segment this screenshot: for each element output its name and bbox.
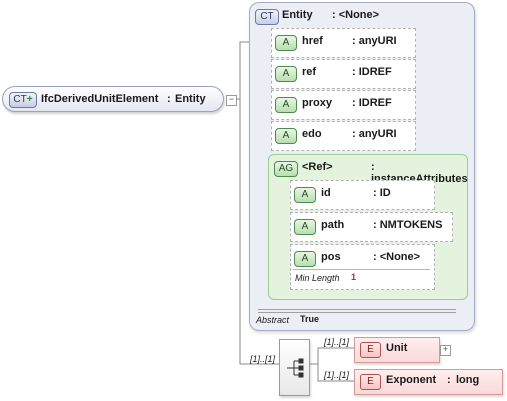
root-type-name: Entity <box>175 93 206 105</box>
divider <box>258 312 456 313</box>
attribute-type: : <None> <box>373 251 421 263</box>
sequence-icon <box>287 358 304 378</box>
attribute-group[interactable]: AG <Ref> : instanceAttributes A id : ID … <box>268 154 468 300</box>
attribute-name: edo <box>302 128 322 140</box>
element-unit[interactable]: E Unit <box>354 337 440 363</box>
facet-divider <box>293 269 430 270</box>
attribute-name: path <box>321 219 345 231</box>
attribute-type: : ID <box>373 187 391 199</box>
attribute-name: href <box>302 35 323 47</box>
divider <box>258 309 456 310</box>
attribute-icon: A <box>275 97 297 113</box>
element-cardinality: [1]..[1] <box>324 370 350 380</box>
abstract-label: Abstract <box>256 315 290 325</box>
attribute-icon: A <box>275 128 297 144</box>
element-icon: E <box>360 374 381 390</box>
attribute-type: : NMTOKENS <box>373 219 443 231</box>
complex-type-icon: CT <box>255 9 279 25</box>
attribute-edo[interactable]: A edo : anyURI <box>271 121 416 151</box>
attribute-type: : anyURI <box>352 35 397 47</box>
element-type: long <box>456 374 480 386</box>
attribute-group-icon: AG <box>274 161 298 177</box>
attribute-name: id <box>321 187 331 199</box>
attribute-name: pos <box>321 251 341 263</box>
root-element[interactable]: CT+ IfcDerivedUnitElement : Entity <box>2 86 224 112</box>
attribute-type: : IDREF <box>352 66 392 78</box>
sequence-compositor[interactable] <box>279 339 310 396</box>
abstract-value: True <box>300 314 320 324</box>
sequence-cardinality: [1]..[1] <box>250 354 276 364</box>
attribute-ref[interactable]: A ref : IDREF <box>271 59 416 89</box>
element-icon: E <box>360 342 381 358</box>
element-type-separator: : <box>447 374 451 386</box>
root-type-separator: : <box>167 93 171 105</box>
element-exponent[interactable]: E Exponent : long <box>354 369 503 395</box>
complex-type-icon: CT+ <box>9 92 37 108</box>
facet-label: Min Length <box>295 273 340 283</box>
facet-value: 1 <box>351 272 357 282</box>
attribute-icon: A <box>275 35 297 51</box>
element-cardinality: [1]..[1] <box>324 337 350 347</box>
attribute-name: proxy <box>302 97 332 109</box>
attribute-name: ref <box>302 66 317 78</box>
attribute-icon: A <box>294 219 316 235</box>
attribute-group-name: <Ref> <box>302 161 333 173</box>
attribute-proxy[interactable]: A proxy : IDREF <box>271 90 416 120</box>
complex-type-name: Entity <box>282 9 313 21</box>
collapse-toggle[interactable]: − <box>226 95 237 106</box>
attribute-type: : IDREF <box>352 97 392 109</box>
attribute-path[interactable]: A path : NMTOKENS <box>290 212 453 242</box>
root-element-name: IfcDerivedUnitElement <box>41 93 159 105</box>
attribute-href[interactable]: A href : anyURI <box>271 28 416 58</box>
attribute-icon: A <box>294 251 316 267</box>
complex-type-type: : <None> <box>332 9 380 21</box>
attribute-icon: A <box>275 66 297 82</box>
attribute-id[interactable]: A id : ID <box>290 180 435 210</box>
attribute-type: : anyURI <box>352 128 397 140</box>
element-name: Exponent <box>386 374 437 386</box>
attribute-icon: A <box>294 187 316 203</box>
attribute-pos[interactable]: A pos : <None> Min Length 1 <box>290 244 435 290</box>
element-name: Unit <box>386 342 408 354</box>
expand-toggle[interactable]: + <box>440 345 451 356</box>
